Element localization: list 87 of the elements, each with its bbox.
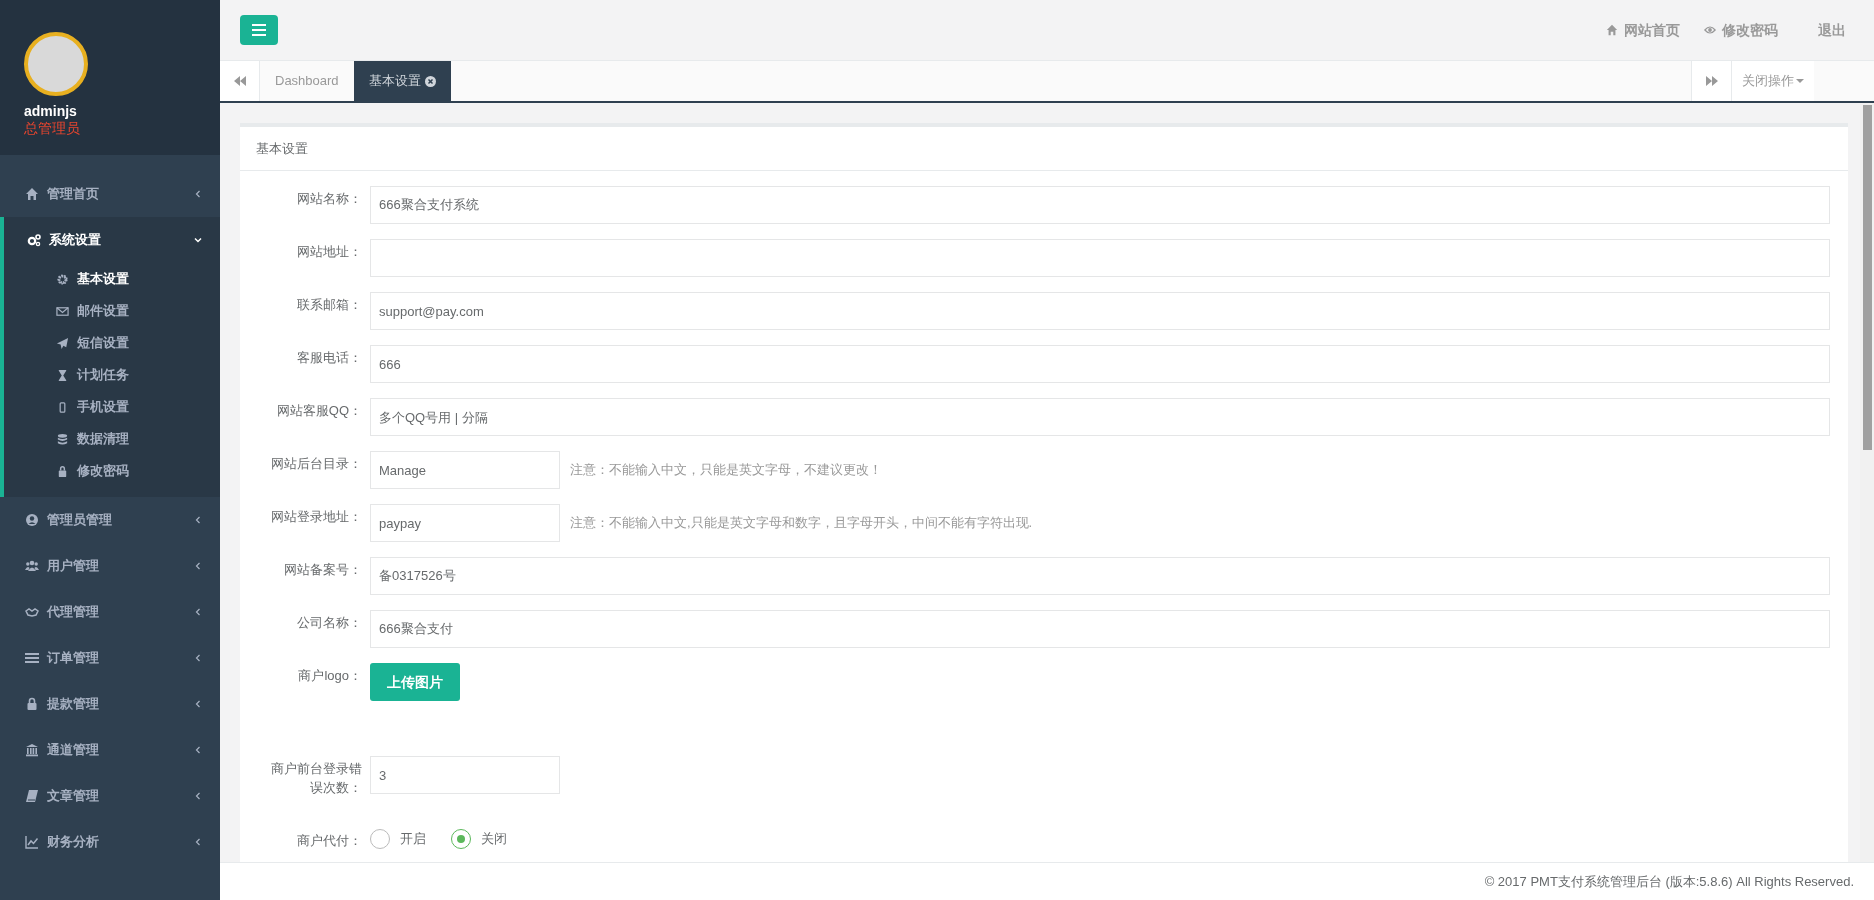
sidebar-subitem[interactable]: 短信设置: [4, 327, 220, 359]
chevron-left-icon: [194, 562, 202, 570]
input-field[interactable]: 666: [370, 345, 1830, 383]
lock-icon: [56, 464, 69, 478]
tab[interactable]: 基本设置: [353, 61, 451, 101]
sidebar-item[interactable]: 用户管理: [0, 543, 220, 589]
chevron-left-icon: [194, 746, 202, 754]
list-icon: [25, 651, 39, 665]
sidebar-item[interactable]: 订单管理: [0, 635, 220, 681]
input-field[interactable]: 备0317526号: [370, 557, 1830, 595]
input-field[interactable]: 3: [370, 756, 560, 794]
gear-icon: [56, 272, 69, 286]
field-label: 网站名称：: [296, 190, 362, 208]
chevron-left-icon: [194, 608, 202, 616]
chevron-left-icon: [194, 190, 202, 198]
field-label: 网站备案号：: [283, 561, 362, 579]
field-label: 商户logo：: [297, 667, 362, 685]
double-right-arrow-icon: [1705, 76, 1718, 86]
sidebar-subitem[interactable]: 邮件设置: [4, 295, 220, 327]
paper-plane-icon: [56, 336, 69, 350]
user-role: 总管理员: [24, 120, 81, 136]
book-icon: [25, 789, 39, 803]
footer-text: © 2017 PMT支付系统管理后台 (版本:5.8.6) All Rights Reserved.: [1484, 872, 1854, 891]
field-label: 网站登录地址：: [270, 508, 362, 526]
input-field[interactable]: 666聚合支付系统: [370, 186, 1830, 224]
close-icon: [424, 75, 436, 87]
envelope-icon: [56, 304, 69, 318]
menu-icon: [252, 24, 266, 36]
sidebar-subitem[interactable]: 计划任务: [4, 359, 220, 391]
field-label: 客服电话：: [296, 349, 362, 367]
input-field[interactable]: support@pay.com: [370, 292, 1830, 330]
menu-toggle-button[interactable]: [240, 15, 278, 45]
double-left-arrow-icon: [233, 76, 246, 86]
field-label: 公司名称：: [296, 614, 362, 632]
radio-option[interactable]: 关闭: [451, 829, 507, 849]
scroll-right-button[interactable]: [1691, 61, 1731, 101]
input-field[interactable]: [370, 239, 1830, 277]
database-icon: [56, 432, 69, 446]
field-hint: 注意：不能输入中文，只能是英文字母，不建议更改！: [570, 461, 882, 479]
tab[interactable]: Dashboard: [260, 61, 354, 101]
users-icon: [25, 559, 39, 573]
eye-icon: [1704, 24, 1716, 36]
chevron-left-icon: [194, 516, 202, 524]
lock-icon: [25, 697, 39, 711]
gears-icon: [27, 233, 41, 247]
sidebar-subitem[interactable]: 基本设置: [4, 263, 220, 295]
input-field[interactable]: Manage: [370, 451, 560, 489]
username: adminjs: [24, 103, 78, 120]
hourglass-icon: [56, 368, 69, 382]
bank-icon: [25, 743, 39, 757]
sidebar-item[interactable]: 文章管理: [0, 773, 220, 819]
sidebar-item[interactable]: 通道管理: [0, 727, 220, 773]
field-hint: 注意：不能输入中文,只能是英文字母和数字，且字母开头，中间不能有字符出现.: [570, 514, 1033, 532]
sidebar-subitem[interactable]: 数据清理: [4, 423, 220, 455]
sidebar-item[interactable]: 管理员管理: [0, 497, 220, 543]
field-label: 网站后台目录：: [270, 455, 362, 473]
chevron-left-icon: [194, 654, 202, 662]
scroll-left-button[interactable]: [220, 61, 260, 101]
input-field[interactable]: paypay: [370, 504, 560, 542]
field-label: 网站客服QQ：: [275, 402, 362, 420]
user-circle-icon: [25, 513, 39, 527]
field-label: 商户代付：: [296, 832, 362, 850]
input-field[interactable]: 多个QQ号用 | 分隔: [370, 398, 1830, 436]
sidebar-subitem[interactable]: 手机设置: [4, 391, 220, 423]
panel-title: 基本设置: [256, 139, 308, 158]
sidebar-subitem[interactable]: 修改密码: [4, 455, 220, 487]
home-icon: [1606, 24, 1618, 36]
field-label: 网站地址：: [296, 243, 362, 261]
chevron-left-icon: [194, 838, 202, 846]
field-label: 商户前台登录错误次数：: [270, 760, 362, 797]
line-chart-icon: [25, 835, 39, 849]
caret-down-icon: [1796, 78, 1804, 84]
input-field[interactable]: 666聚合支付: [370, 610, 1830, 648]
sidebar-item[interactable]: 代理管理: [0, 589, 220, 635]
home-icon: [25, 187, 39, 201]
chevron-down-icon: [194, 236, 202, 244]
close-actions-dropdown[interactable]: 关闭操作: [1731, 61, 1814, 101]
sidebar-item[interactable]: 提款管理: [0, 681, 220, 727]
sidebar-item[interactable]: 财务分析: [0, 819, 220, 865]
sidebar-item[interactable]: 管理首页: [0, 171, 220, 217]
sidebar-item[interactable]: 系统设置: [4, 217, 220, 263]
chevron-left-icon: [194, 700, 202, 708]
handshake-icon: [25, 605, 39, 619]
chevron-left-icon: [194, 792, 202, 800]
radio-option[interactable]: 开启: [370, 829, 426, 849]
field-label: 联系邮箱：: [296, 296, 362, 314]
avatar: [24, 32, 88, 96]
